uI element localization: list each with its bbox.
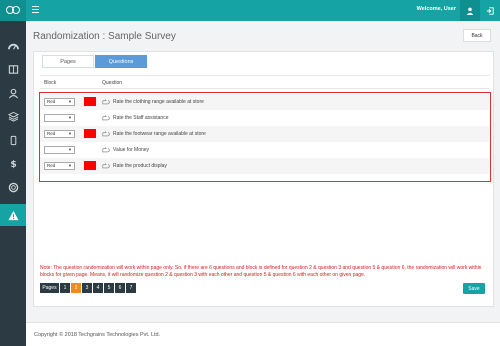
block-select[interactable]: ▼ [44, 114, 75, 122]
pagination-label: Pages [40, 283, 59, 293]
drag-handle-icon[interactable] [102, 130, 110, 137]
lifebuoy-icon [8, 182, 18, 192]
chevron-down-icon: ▼ [68, 131, 72, 136]
logout-icon [486, 6, 494, 15]
column-header-block: Block [44, 80, 57, 86]
chevron-down-icon: ▼ [68, 163, 72, 168]
sidebar-item-dollar[interactable]: $ [0, 152, 26, 174]
welcome-text: Welcome, User [416, 6, 456, 12]
page-link-1[interactable]: 1 [60, 283, 70, 293]
block-color-swatch [84, 161, 96, 170]
table-row: ▼ Value for Money [40, 142, 489, 158]
book-icon [8, 64, 18, 74]
logout-button[interactable] [480, 0, 500, 21]
block-select[interactable]: Red ▼ [44, 162, 75, 170]
block-select[interactable]: ▼ [44, 146, 75, 154]
chevron-down-icon: ▼ [68, 99, 72, 104]
sidebar-item-dashboard[interactable] [0, 35, 26, 57]
page-link-4[interactable]: 4 [93, 283, 103, 293]
mobile-icon [10, 135, 16, 145]
page-link-6[interactable]: 6 [115, 283, 125, 293]
tab-questions[interactable]: Questions [95, 55, 147, 68]
sidebar-item-book[interactable] [0, 58, 26, 80]
drag-handle-icon[interactable] [102, 162, 110, 169]
brand-logo[interactable] [0, 0, 26, 21]
table-header: Block Question [40, 75, 490, 89]
sidebar-item-mobile[interactable] [0, 129, 26, 151]
block-select-value: Red [47, 99, 56, 104]
dashboard-icon [7, 43, 19, 50]
back-button[interactable]: Back [463, 29, 491, 42]
drag-handle-icon[interactable] [102, 114, 110, 121]
chevron-down-icon: ▼ [68, 147, 72, 152]
question-list: Red ▼ Rate the clothing range available a… [39, 92, 491, 182]
content-panel: Pages Questions Block Question Red ▼ Rate… [33, 51, 494, 307]
menu-icon[interactable] [32, 6, 39, 13]
sidebar-item-randomization[interactable] [0, 204, 26, 226]
table-row: Red ▼ Rate the footwear range available a… [40, 126, 489, 142]
column-header-question: Question [102, 80, 123, 86]
footer: Copyright © 2018 Techgrains Technologies… [26, 322, 500, 346]
user-icon [466, 7, 474, 15]
sidebar-item-user[interactable] [0, 82, 26, 104]
top-bar: Welcome, User [0, 0, 500, 21]
question-text: Rate the clothing range available at sto… [113, 99, 204, 105]
block-select-value: Red [47, 131, 56, 136]
logo-icon [6, 6, 20, 15]
sidebar-item-support[interactable] [0, 176, 26, 198]
svg-text:$: $ [10, 159, 16, 169]
sidebar-item-layers[interactable] [0, 105, 26, 127]
dollar-icon: $ [10, 159, 16, 169]
table-row: Red ▼ Rate the clothing range available a… [40, 94, 489, 110]
block-select[interactable]: Red ▼ [44, 130, 75, 138]
randomization-note: Note: The question randomization will wo… [40, 265, 482, 278]
pagination: Pages 1 2 3 4 5 6 7 [40, 283, 137, 293]
sidebar: $ [0, 21, 26, 346]
page-link-2[interactable]: 2 [71, 283, 81, 293]
drag-handle-icon[interactable] [102, 146, 110, 153]
question-text: Rate the footwear range available at sto… [113, 131, 206, 137]
copyright-text: Copyright © 2018 Techgrains Technologies… [34, 332, 161, 338]
question-text: Rate the product display [113, 163, 167, 169]
question-text: Rate the Staff assistance [113, 115, 169, 121]
block-select[interactable]: Red ▼ [44, 98, 75, 106]
page-link-5[interactable]: 5 [104, 283, 114, 293]
block-color-swatch [84, 97, 96, 106]
warning-icon [7, 210, 19, 220]
page-link-3[interactable]: 3 [82, 283, 92, 293]
page-title: Randomization : Sample Survey [33, 31, 176, 42]
table-row: Red ▼ Rate the product display [40, 158, 489, 174]
page-link-7[interactable]: 7 [126, 283, 136, 293]
layers-icon [7, 111, 19, 122]
save-button[interactable]: Save [463, 283, 485, 294]
user-icon [8, 88, 18, 98]
user-menu-button[interactable] [460, 0, 480, 21]
question-text: Value for Money [113, 147, 150, 153]
chevron-down-icon: ▼ [68, 115, 72, 120]
tab-bar: Pages Questions [42, 55, 147, 68]
block-select-value: Red [47, 163, 56, 168]
block-color-swatch [84, 129, 96, 138]
drag-handle-icon[interactable] [102, 98, 110, 105]
tab-pages[interactable]: Pages [42, 55, 94, 68]
table-row: ▼ Rate the Staff assistance [40, 110, 489, 126]
